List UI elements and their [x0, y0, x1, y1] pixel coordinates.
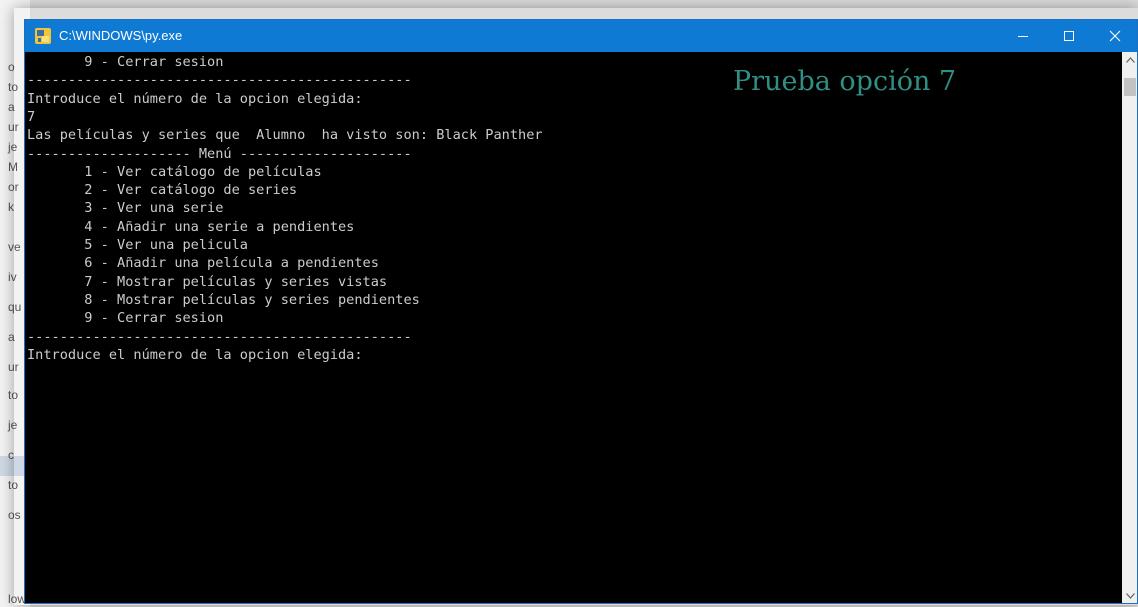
console-line: 8 - Mostrar películas y series pendiente…: [27, 291, 420, 308]
console-line: 3 - Ver una serie: [27, 200, 224, 217]
vertical-scrollbar[interactable]: [1122, 52, 1137, 603]
annotation-label: Prueba opción 7: [733, 66, 957, 97]
maximize-icon: [1064, 31, 1074, 41]
close-button[interactable]: [1092, 20, 1137, 52]
maximize-button[interactable]: [1046, 20, 1092, 52]
python-launcher-icon: [35, 28, 51, 44]
console-line: 9 - Cerrar sesion: [27, 54, 224, 70]
console-line: ----------------------------------------…: [27, 328, 412, 345]
scroll-up-button[interactable]: [1122, 52, 1137, 68]
window-title: C:\WINDOWS\py.exe: [59, 28, 183, 43]
scroll-down-button[interactable]: [1122, 588, 1137, 603]
console-line: Las películas y series que Alumno ha vis…: [27, 127, 543, 144]
title-bar[interactable]: C:\WINDOWS\py.exe: [25, 20, 1137, 52]
minimize-icon: [1018, 36, 1028, 37]
chevron-down-icon: [1125, 593, 1135, 599]
console-line: 5 - Ver una pelicula: [27, 237, 248, 253]
minimize-button[interactable]: [1000, 20, 1046, 52]
console-line: 1 - Ver catálogo de películas: [27, 163, 322, 180]
console-line: 6 - Añadir una película a pendientes: [27, 255, 379, 272]
console-output[interactable]: Prueba opción 7 9 - Cerrar sesion -------…: [25, 52, 1122, 603]
console-line: 7 - Mostrar películas y series vistas: [27, 273, 388, 290]
console-line: Introduce el número de la opcion elegida…: [27, 346, 363, 363]
chevron-up-icon: [1125, 57, 1135, 63]
console-line: ----------------------------------------…: [27, 72, 412, 89]
scroll-thumb[interactable]: [1124, 78, 1136, 96]
console-line: 7: [27, 108, 36, 125]
console-line: Introduce el número de la opcion elegida…: [27, 90, 363, 107]
close-icon: [1109, 30, 1121, 42]
console-line: 2 - Ver catálogo de series: [27, 182, 298, 199]
console-line: -------------------- Menú --------------…: [27, 145, 412, 162]
console-line: 4 - Añadir una serie a pendientes: [27, 218, 355, 235]
console-window[interactable]: C:\WINDOWS\py.exe Prueba opción 7 9 - Ce…: [24, 19, 1138, 604]
console-line: 9 - Cerrar sesion: [27, 310, 224, 327]
